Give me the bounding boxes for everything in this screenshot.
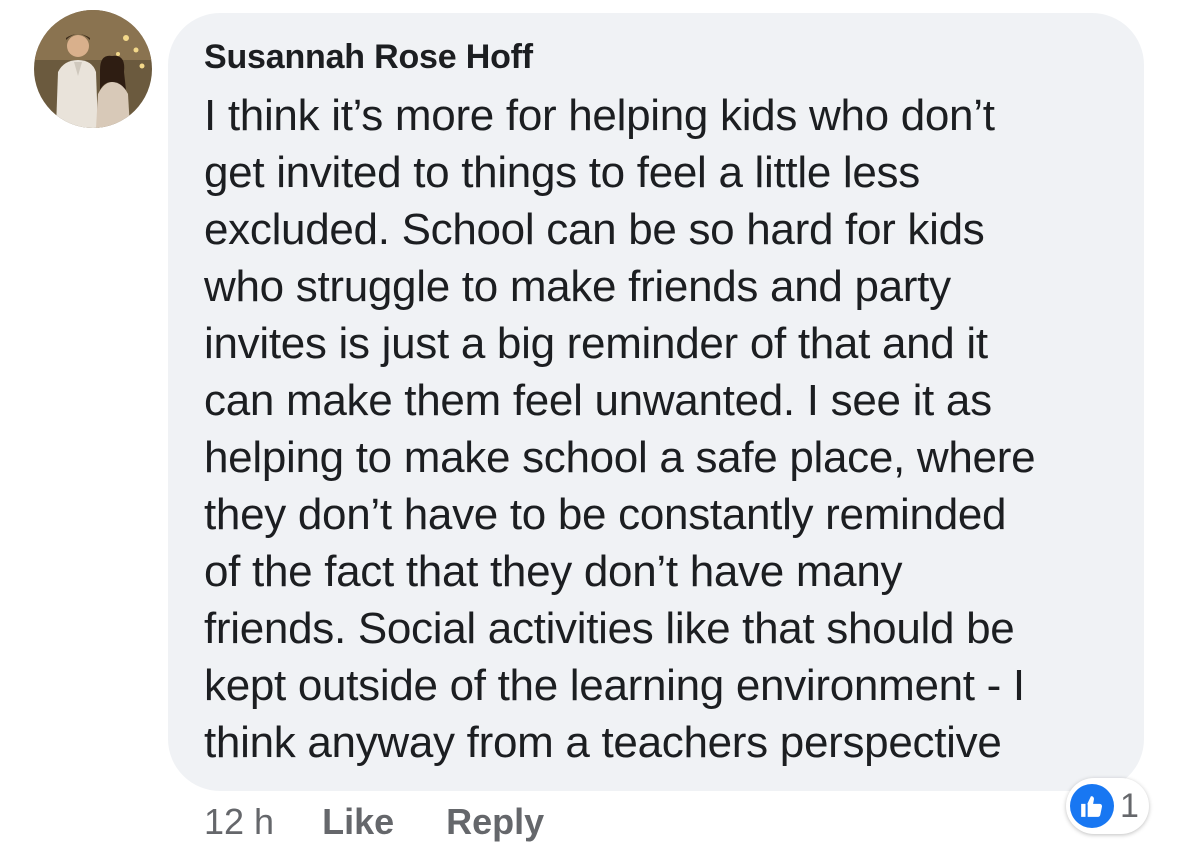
- comment-author-name[interactable]: Susannah Rose Hoff: [204, 37, 1114, 77]
- comment-actions: 12 h Like Reply: [204, 798, 596, 846]
- comment-timestamp[interactable]: 12 h: [204, 801, 274, 843]
- reaction-count: 1: [1120, 786, 1139, 825]
- like-button[interactable]: Like: [322, 801, 394, 843]
- comment-text: I think it’s more for helping kids who d…: [204, 91, 1036, 767]
- author-avatar[interactable]: [34, 10, 152, 128]
- reply-button[interactable]: Reply: [446, 801, 544, 843]
- avatar-photo: [34, 10, 152, 128]
- comment-bubble: Susannah Rose Hoff I think it’s more for…: [168, 13, 1144, 791]
- thumbs-up-icon: [1070, 784, 1114, 828]
- reaction-summary[interactable]: 1: [1066, 778, 1149, 834]
